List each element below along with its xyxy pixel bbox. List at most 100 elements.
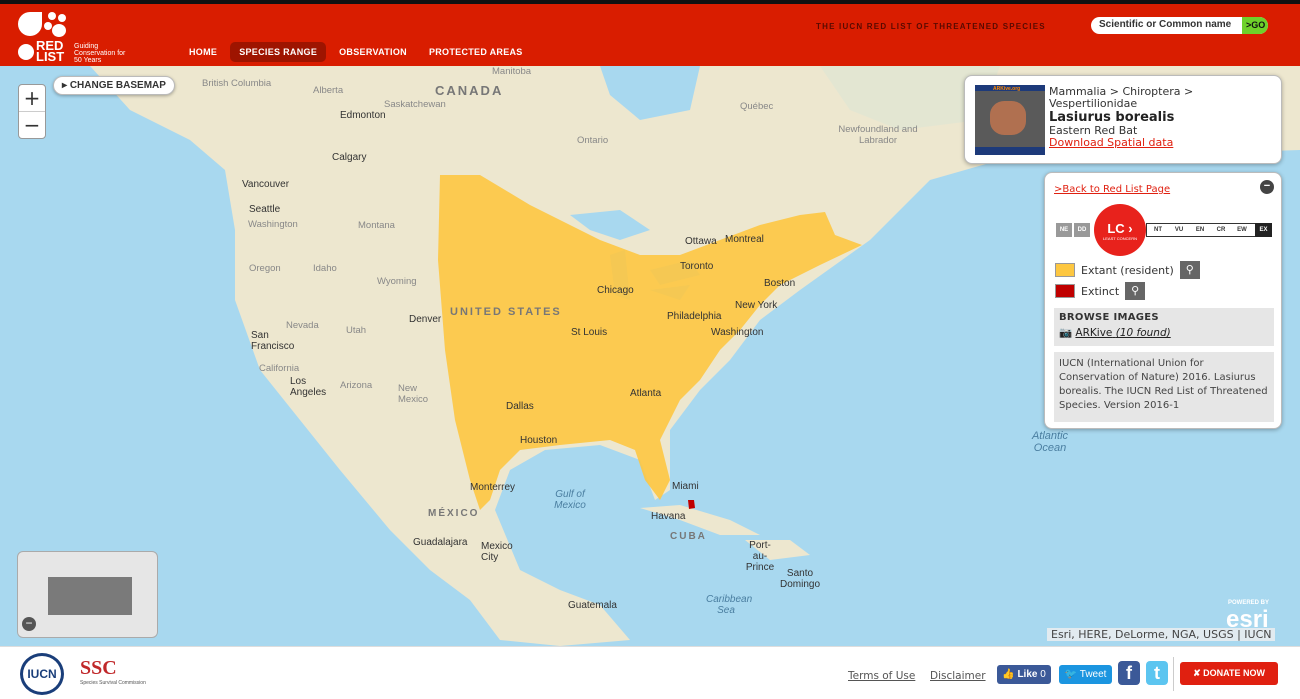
red-list-logo[interactable]: RED LIST Guiding Conservation for 50 Yea…: [16, 10, 136, 66]
map-label: Seattle: [249, 204, 281, 215]
map-label: Los Angeles: [290, 376, 327, 398]
map-label: Calgary: [332, 152, 367, 163]
map-label: Philadelphia: [667, 311, 722, 322]
zoom-control: + −: [18, 84, 46, 139]
map-label: Guatemala: [568, 600, 617, 611]
twitter-icon[interactable]: t: [1146, 661, 1168, 685]
search-input[interactable]: Scientific or Common name >GO: [1091, 17, 1268, 34]
collapse-panel-icon[interactable]: −: [1260, 180, 1274, 194]
extinct-swatch: [1055, 284, 1075, 298]
browse-images-section: BROWSE IMAGES 📷 ARKive (10 found): [1054, 308, 1274, 346]
map-label: Santo Domingo: [779, 568, 821, 590]
header: RED LIST Guiding Conservation for 50 Yea…: [0, 4, 1300, 66]
legend-item-extant: Extant (resident) ⚲: [1055, 261, 1200, 279]
map-label: Port-au-Prince: [745, 540, 775, 573]
map-label: Ottawa: [685, 236, 717, 247]
map-label: Oregon: [249, 263, 281, 274]
footer: IUCN SSC Species Survival Commission Term…: [0, 646, 1300, 699]
map-label: Houston: [520, 435, 558, 446]
nav-species-range[interactable]: SPECIES RANGE: [230, 42, 327, 62]
footer-divider: [1173, 657, 1174, 691]
map-label: Edmonton: [340, 110, 386, 121]
map-label: Alberta: [313, 85, 344, 96]
facebook-icon[interactable]: f: [1118, 661, 1140, 685]
zoom-to-extant-icon[interactable]: ⚲: [1179, 261, 1200, 279]
legend-panel: >Back to Red List Page − NE DD NT VU EN …: [1044, 172, 1282, 429]
map-label: Newfoundland and Labrador: [838, 124, 918, 146]
map-label: California: [259, 363, 300, 374]
map-label: Utah: [346, 325, 367, 336]
map-label: Dallas: [506, 401, 534, 412]
camera-icon: 📷: [1059, 327, 1073, 339]
map-label: CANADA: [435, 83, 504, 98]
map-label: Washington: [711, 327, 764, 338]
map-label: Toronto: [680, 261, 714, 272]
map-attribution: Esri, HERE, DeLorme, NGA, USGS | IUCN: [1047, 628, 1276, 641]
change-basemap-button[interactable]: ▸ CHANGE BASEMAP: [53, 76, 175, 95]
red-list-category-scale: NE DD NT VU EN CR EW EX: [1056, 223, 1272, 237]
donate-now-button[interactable]: ✘ DONATE NOW: [1180, 662, 1278, 685]
map-label: Manitoba: [492, 66, 532, 77]
category-cr: CR: [1216, 227, 1226, 233]
status-badge-lc: LC › LEAST CONCERN: [1094, 204, 1146, 256]
map-label: CUBA: [670, 531, 707, 542]
back-to-red-list-link[interactable]: >Back to Red List Page: [1054, 184, 1170, 195]
map-label: Atlantic Ocean: [1031, 430, 1069, 454]
category-nt: NT: [1154, 227, 1162, 233]
search-go-button[interactable]: >GO: [1242, 17, 1268, 34]
map-label: Monterrey: [470, 482, 516, 493]
map-label: Guadalajara: [413, 537, 468, 548]
map-label: New Mexico: [398, 383, 429, 405]
map-label: MÉXICO: [428, 508, 480, 519]
download-spatial-data-link[interactable]: Download Spatial data: [1049, 136, 1173, 149]
map-label: New York: [735, 300, 778, 311]
category-ne: NE: [1056, 223, 1072, 237]
facebook-like-button[interactable]: 👍 Like 0: [997, 665, 1051, 684]
map-label: Montreal: [725, 234, 764, 245]
overview-extent[interactable]: [48, 577, 132, 615]
map-label: Miami: [672, 481, 699, 492]
extant-swatch: [1055, 263, 1075, 277]
nav-protected-areas[interactable]: PROTECTED AREAS: [420, 42, 532, 62]
map-label: St Louis: [571, 327, 608, 338]
map-label: Mexico City: [481, 541, 513, 563]
terms-of-use-link[interactable]: Terms of Use: [848, 670, 915, 682]
map-label: Denver: [409, 314, 442, 325]
species-card: ARKive.org Mammalia > Chiroptera > Vespe…: [964, 75, 1282, 164]
citation: IUCN (International Union for Conservati…: [1054, 352, 1274, 422]
category-ew: EW: [1237, 227, 1247, 233]
disclaimer-link[interactable]: Disclaimer: [930, 670, 986, 682]
overview-map[interactable]: −: [17, 551, 158, 638]
category-dd: DD: [1074, 223, 1090, 237]
zoom-to-extinct-icon[interactable]: ⚲: [1125, 282, 1146, 300]
category-ex: EX: [1255, 223, 1272, 237]
zoom-out-button[interactable]: −: [19, 112, 45, 139]
map-label: Vancouver: [242, 179, 290, 190]
map-label: Washington: [248, 219, 298, 230]
tweet-button[interactable]: 🐦 Tweet: [1059, 665, 1112, 684]
map-label: UNITED STATES: [450, 306, 562, 318]
map-label: British Columbia: [202, 78, 272, 89]
ssc-logo[interactable]: SSC Species Survival Commission: [80, 657, 146, 686]
scientific-name: Lasiurus borealis: [1049, 110, 1175, 125]
nav-home[interactable]: HOME: [180, 42, 226, 62]
map-label: San Francisco: [251, 330, 295, 352]
iucn-logo[interactable]: IUCN: [20, 653, 64, 695]
species-range-extinct: [688, 500, 695, 509]
nav-observation[interactable]: OBSERVATION: [330, 42, 416, 62]
site-tagline: THE IUCN RED LIST OF THREATENED SPECIES: [816, 22, 1046, 31]
map-label: Chicago: [597, 285, 634, 296]
zoom-in-button[interactable]: +: [19, 85, 45, 112]
map-label: Ontario: [577, 135, 609, 146]
map-label: Boston: [764, 278, 796, 289]
arkive-link[interactable]: ARKive (10 found): [1075, 327, 1170, 339]
category-vu: VU: [1174, 227, 1184, 233]
collapse-overview-icon[interactable]: −: [22, 617, 36, 631]
map-label: Havana: [651, 511, 686, 522]
map-label: Atlanta: [630, 388, 662, 399]
species-photo[interactable]: ARKive.org: [975, 85, 1045, 155]
map-label: Gulf of Mexico: [554, 489, 586, 511]
map-label: Montana: [358, 220, 395, 231]
main-nav: HOME SPECIES RANGE OBSERVATION PROTECTED…: [180, 42, 532, 62]
map-label: Caribbean Sea: [706, 594, 753, 616]
